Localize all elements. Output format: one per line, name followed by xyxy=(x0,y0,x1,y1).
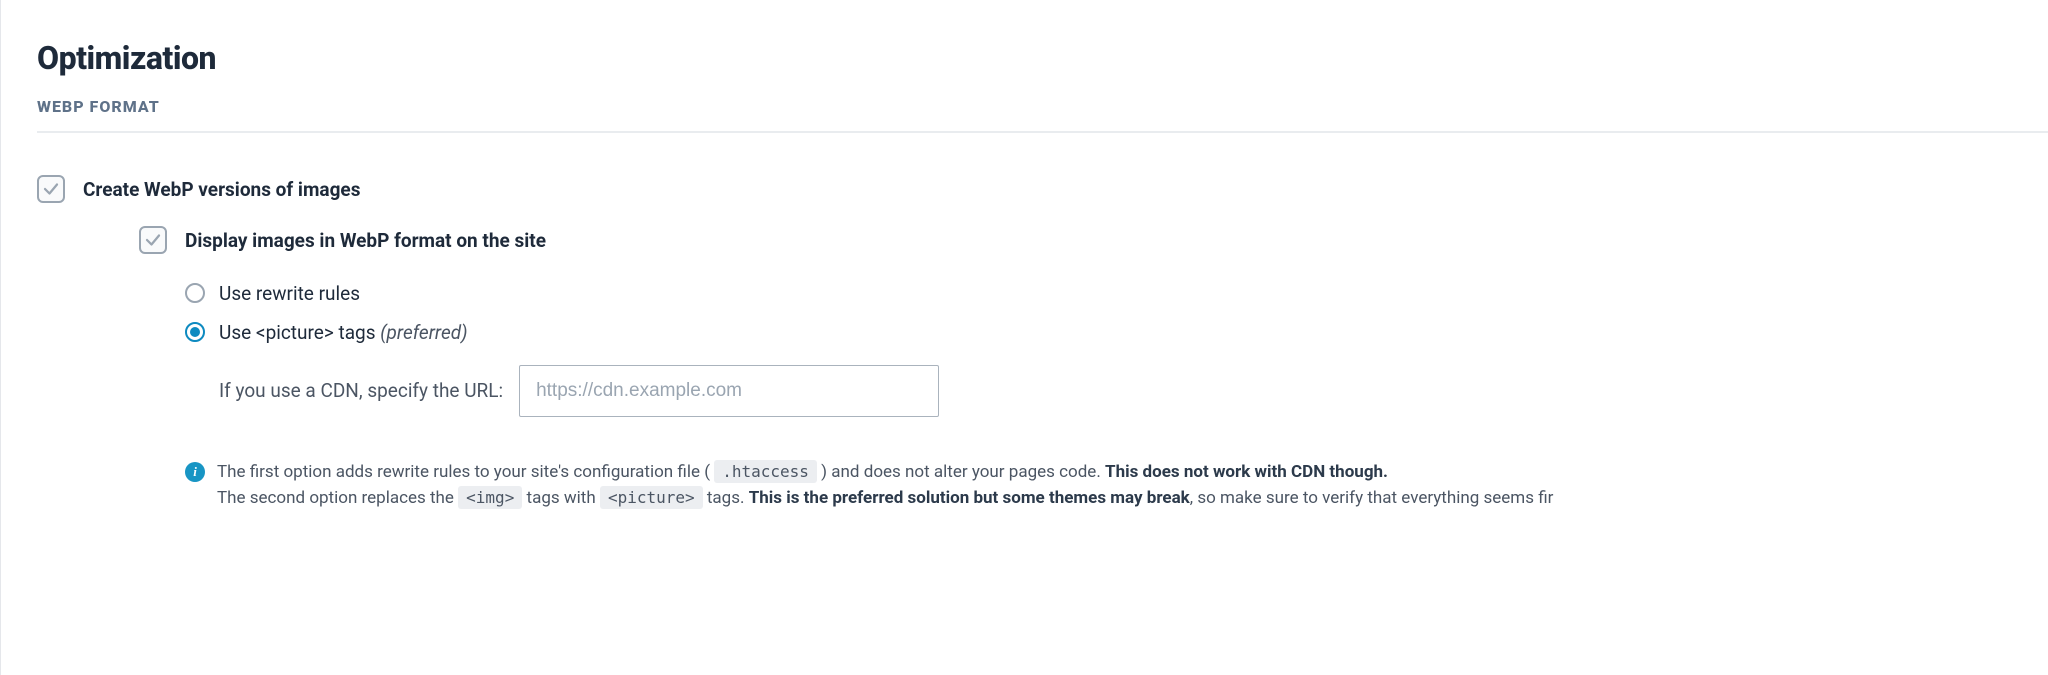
create-webp-checkbox[interactable] xyxy=(37,175,65,203)
code-htaccess: .htaccess xyxy=(714,460,817,483)
code-picture: <picture> xyxy=(600,486,703,509)
radio-picture-suffix: (preferred) xyxy=(380,321,467,344)
cdn-url-label: If you use a CDN, specify the URL: xyxy=(219,377,503,405)
section-subtitle: WEBP FORMAT xyxy=(37,95,2048,132)
info-part2a: The second option replaces the xyxy=(217,488,458,508)
info-strong2: This is the preferred solution but some … xyxy=(749,488,1190,508)
radio-picture-prefix: Use <picture> tags xyxy=(219,321,380,344)
page-title: Optimization xyxy=(37,35,2048,81)
cdn-url-input[interactable] xyxy=(519,365,939,417)
info-part2d: , so make sure to verify that everything… xyxy=(1190,488,1554,508)
radio-picture-tags-label: Use <picture> tags (preferred) xyxy=(219,319,468,347)
check-icon xyxy=(144,231,162,249)
info-part1a: The first option adds rewrite rules to y… xyxy=(217,462,714,482)
radio-picture-tags[interactable] xyxy=(185,322,205,342)
check-icon xyxy=(42,180,60,198)
create-webp-label: Create WebP versions of images xyxy=(83,177,2048,203)
display-webp-label: Display images in WebP format on the sit… xyxy=(185,228,2048,254)
info-strong1: This does not work with CDN though. xyxy=(1105,462,1388,482)
info-icon: i xyxy=(185,462,205,482)
info-text: The first option adds rewrite rules to y… xyxy=(217,459,1553,512)
info-part1b: ) and does not alter your pages code. xyxy=(817,462,1105,482)
radio-rewrite-rules-label: Use rewrite rules xyxy=(219,280,360,308)
info-part2b: tags with xyxy=(522,488,600,508)
code-img: <img> xyxy=(458,486,522,509)
display-webp-checkbox[interactable] xyxy=(139,226,167,254)
radio-rewrite-rules[interactable] xyxy=(185,283,205,303)
info-part2c: tags. xyxy=(703,488,749,508)
